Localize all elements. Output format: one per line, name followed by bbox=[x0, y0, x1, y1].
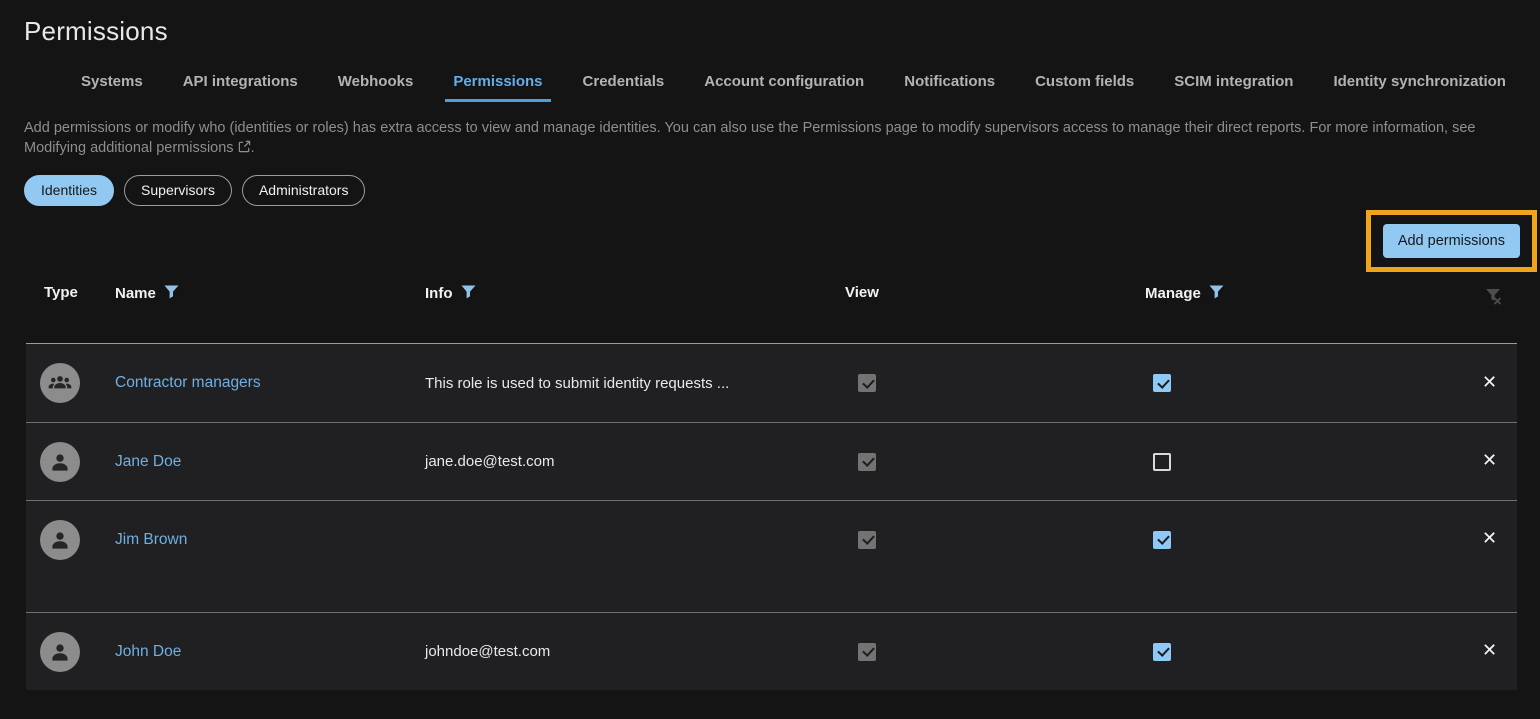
remove-row-button[interactable]: ✕ bbox=[1482, 452, 1497, 470]
row-info: jane.doe@test.com bbox=[425, 453, 845, 470]
toolbar-row: Add permissions bbox=[0, 210, 1537, 272]
column-header-name: Name bbox=[115, 284, 425, 303]
manage-checkbox[interactable] bbox=[1153, 643, 1171, 661]
name-filter-icon[interactable] bbox=[164, 285, 179, 303]
tab-permissions[interactable]: Permissions bbox=[445, 69, 550, 102]
view-checkbox bbox=[858, 453, 876, 471]
clear-filters-icon[interactable] bbox=[1482, 286, 1536, 313]
remove-row-button[interactable]: ✕ bbox=[1482, 642, 1497, 660]
table-row: Contractor managers This role is used to… bbox=[26, 344, 1517, 422]
page-title: Permissions bbox=[24, 16, 1540, 47]
row-name-link[interactable]: Jim Brown bbox=[115, 531, 187, 548]
row-name-link[interactable]: Jane Doe bbox=[115, 453, 181, 470]
group-avatar-icon bbox=[40, 363, 80, 403]
manage-filter-icon[interactable] bbox=[1209, 285, 1224, 303]
tab-scim-integration[interactable]: SCIM integration bbox=[1166, 69, 1301, 102]
manage-checkbox[interactable] bbox=[1153, 531, 1171, 549]
row-name-link[interactable]: John Doe bbox=[115, 643, 181, 660]
row-info: This role is used to submit identity req… bbox=[425, 375, 845, 392]
annotation-highlight-box: Add permissions bbox=[1366, 210, 1537, 272]
tab-systems[interactable]: Systems bbox=[73, 69, 151, 102]
description-text: Add permissions or modify who (identitie… bbox=[24, 120, 1476, 136]
filter-pill-supervisors[interactable]: Supervisors bbox=[124, 175, 232, 206]
table-row: John Doe johndoe@test.com ✕ bbox=[26, 612, 1517, 690]
filter-pill-administrators[interactable]: Administrators bbox=[242, 175, 365, 206]
column-header-info: Info bbox=[425, 284, 845, 303]
tab-bar: Systems API integrations Webhooks Permis… bbox=[73, 69, 1540, 102]
view-checkbox bbox=[858, 531, 876, 549]
permissions-table: Type Name Info View Manage Contractor ma… bbox=[26, 274, 1517, 690]
tab-identity-synchronization[interactable]: Identity synchronization bbox=[1325, 69, 1514, 102]
row-info: johndoe@test.com bbox=[425, 643, 845, 660]
person-avatar-icon bbox=[40, 442, 80, 482]
table-header-row: Type Name Info View Manage bbox=[26, 274, 1517, 344]
manage-checkbox[interactable] bbox=[1153, 453, 1171, 471]
column-header-manage: Manage bbox=[1145, 284, 1482, 303]
tab-custom-fields[interactable]: Custom fields bbox=[1027, 69, 1142, 102]
tab-api-integrations[interactable]: API integrations bbox=[175, 69, 306, 102]
tab-notifications[interactable]: Notifications bbox=[896, 69, 1003, 102]
tab-account-configuration[interactable]: Account configuration bbox=[696, 69, 872, 102]
view-checkbox bbox=[858, 643, 876, 661]
tab-webhooks[interactable]: Webhooks bbox=[330, 69, 422, 102]
column-header-type: Type bbox=[26, 284, 115, 301]
column-header-view: View bbox=[845, 284, 1145, 301]
tab-credentials[interactable]: Credentials bbox=[575, 69, 673, 102]
manage-checkbox[interactable] bbox=[1153, 374, 1171, 392]
person-avatar-icon bbox=[40, 632, 80, 672]
info-filter-icon[interactable] bbox=[461, 285, 476, 303]
person-avatar-icon bbox=[40, 520, 80, 560]
external-link-icon bbox=[238, 139, 251, 159]
page-description: Add permissions or modify who (identitie… bbox=[24, 118, 1516, 159]
remove-row-button[interactable]: ✕ bbox=[1482, 530, 1497, 548]
modifying-permissions-link[interactable]: Modifying additional permissions bbox=[24, 140, 251, 156]
table-row: Jim Brown ✕ bbox=[26, 500, 1517, 612]
identity-type-filter-group: Identities Supervisors Administrators bbox=[24, 175, 1540, 206]
row-name-link[interactable]: Contractor managers bbox=[115, 374, 261, 391]
remove-row-button[interactable]: ✕ bbox=[1482, 374, 1497, 392]
filter-pill-identities[interactable]: Identities bbox=[24, 175, 114, 206]
view-checkbox bbox=[858, 374, 876, 392]
add-permissions-button[interactable]: Add permissions bbox=[1383, 224, 1520, 258]
table-row: Jane Doe jane.doe@test.com ✕ bbox=[26, 422, 1517, 500]
